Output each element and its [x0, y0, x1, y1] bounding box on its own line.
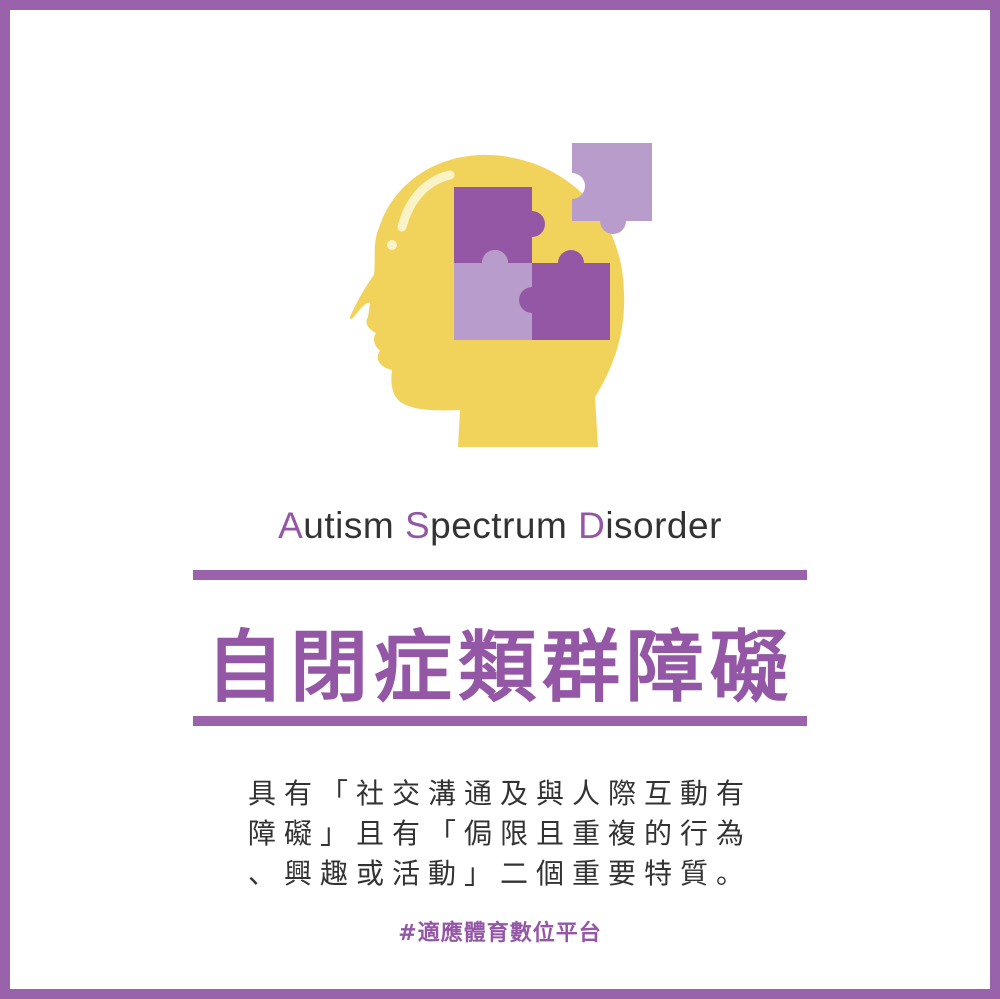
- divider-bottom: [193, 716, 807, 726]
- description-line-3: 、興趣或活動」二個重要特質。: [247, 857, 752, 890]
- title-initial-s: S: [404, 505, 431, 546]
- english-title: Autism Spectrum Disorder: [0, 505, 1000, 547]
- title-word-spectrum-rest: pectrum: [430, 505, 568, 546]
- head-with-puzzle-icon: [350, 143, 652, 447]
- head-highlight-dot: [387, 240, 397, 250]
- title-initial-a: A: [278, 505, 304, 546]
- hashtag: #適應體育數位平台: [398, 921, 602, 946]
- description-line-2: 障礙」且有「侷限且重複的行為: [247, 817, 752, 850]
- title-word-autism-rest: utism: [303, 505, 395, 546]
- title-initial-d: D: [578, 505, 606, 546]
- description-line-1: 具有「社交溝通及與人際互動有: [247, 777, 752, 810]
- autism-illustration: [330, 135, 690, 465]
- chinese-title: 自閉症類群障礙: [205, 623, 794, 713]
- puzzle-piece-flying: [572, 143, 652, 234]
- title-word-disorder-rest: isorder: [605, 505, 722, 546]
- puzzle-piece-bottom-right: [519, 250, 610, 340]
- description: 具有「社交溝通及與人際互動有 障礙」且有「侷限且重複的行為 、興趣或活動」二個重…: [200, 774, 800, 894]
- divider-top: [193, 570, 807, 580]
